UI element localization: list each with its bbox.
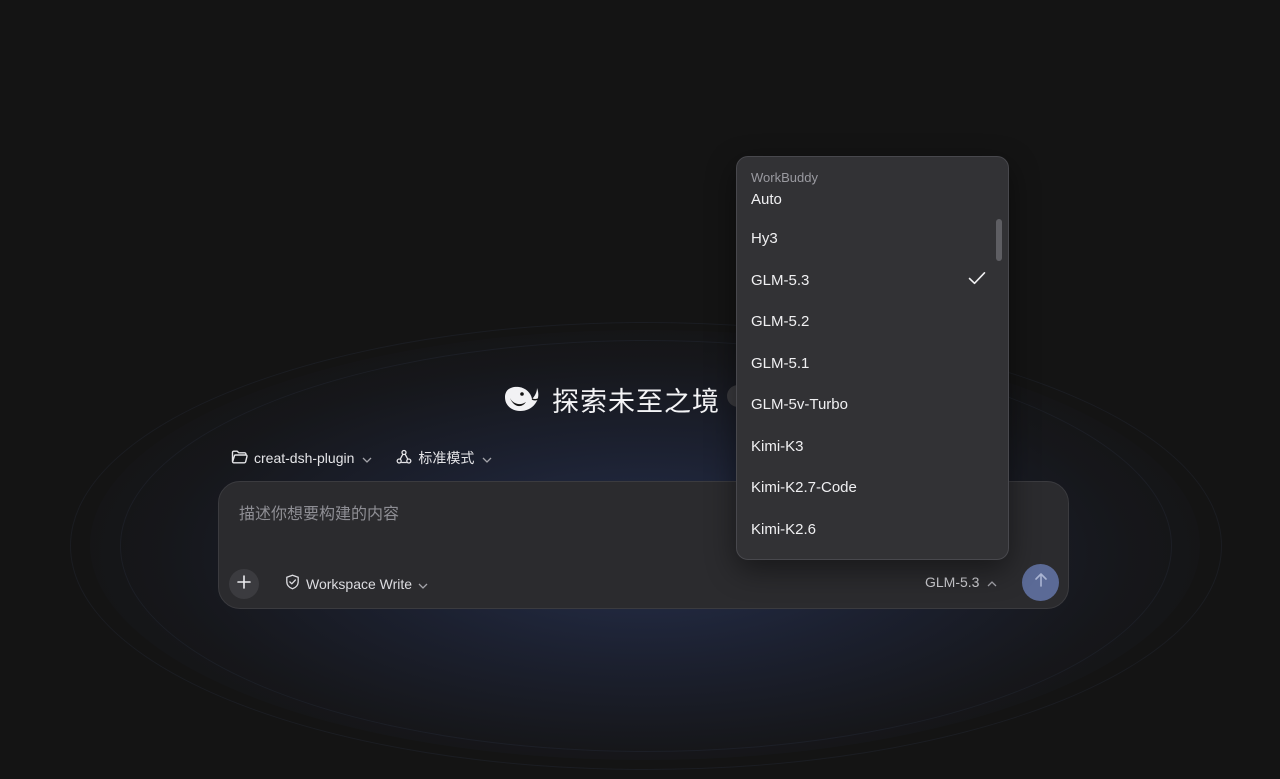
model-option-glm-5-1[interactable]: GLM-5.1: [737, 343, 1008, 385]
model-option-hy3[interactable]: Hy3: [737, 218, 1008, 260]
model-selector[interactable]: GLM-5.3: [925, 574, 997, 590]
send-button[interactable]: [1022, 564, 1059, 601]
model-menu-list: Auto Hy3 GLM-5.3 GLM-5.2 GLM-5.1 GLM-5v-…: [737, 184, 1008, 550]
model-option-label: GLM-5v-Turbo: [751, 396, 848, 414]
model-menu-scrollbar[interactable]: [996, 219, 1002, 261]
chevron-down-icon: [362, 450, 372, 466]
model-option-auto[interactable]: Auto: [737, 184, 1008, 218]
model-menu-group-label: WorkBuddy: [751, 170, 818, 185]
selector-row: creat-dsh-plugin 标准模式: [231, 447, 492, 469]
permission-selector[interactable]: Workspace Write: [285, 574, 428, 593]
plus-icon: [237, 574, 251, 594]
model-selector-label: GLM-5.3: [925, 574, 980, 590]
model-menu: WorkBuddy Auto Hy3 GLM-5.3 GLM-5.2 GLM-5…: [736, 156, 1009, 560]
model-option-kimi-k3[interactable]: Kimi-K3: [737, 426, 1008, 468]
model-option-label: Kimi-K3: [751, 437, 804, 455]
prompt-input[interactable]: [237, 498, 721, 528]
model-option-label: GLM-5.2: [751, 313, 810, 331]
mode-selector[interactable]: 标准模式: [396, 448, 492, 468]
app-window: 探索未至之境 creat-dsh-plugin 标准模式 描述你想要构建的内容 …: [0, 0, 1280, 779]
project-selector[interactable]: creat-dsh-plugin: [231, 450, 372, 467]
chevron-up-icon: [987, 574, 997, 590]
hero: 探索未至之境: [502, 378, 720, 420]
add-attachment-button[interactable]: [229, 569, 259, 599]
recycle-icon: [396, 449, 412, 468]
model-option-kimi-k2-6[interactable]: Kimi-K2.6: [737, 509, 1008, 551]
model-option-glm-5-3[interactable]: GLM-5.3: [737, 260, 1008, 302]
permission-label: Workspace Write: [306, 575, 413, 592]
model-option-label: Kimi-K2.7-Code: [751, 479, 857, 497]
model-option-label: Kimi-K2.6: [751, 520, 817, 538]
checkmark-icon: [968, 271, 986, 289]
mode-selector-label: 标准模式: [418, 451, 475, 467]
chevron-down-icon: [418, 576, 428, 592]
model-option-glm-5-2[interactable]: GLM-5.2: [737, 301, 1008, 343]
model-option-label: GLM-5.3: [751, 271, 810, 289]
model-option-label: Hy3: [751, 230, 778, 248]
project-selector-label: creat-dsh-plugin: [254, 450, 355, 466]
chevron-down-icon: [482, 450, 492, 466]
shield-check-icon: [285, 574, 300, 593]
hero-title: 探索未至之境: [552, 386, 720, 418]
whale-logo-icon: [502, 384, 540, 414]
model-option-label: GLM-5.1: [751, 354, 810, 372]
arrow-up-icon: [1034, 572, 1048, 593]
folder-icon: [231, 450, 248, 467]
model-option-kimi-k2-7-code[interactable]: Kimi-K2.7-Code: [737, 467, 1008, 509]
model-option-label: Auto: [751, 191, 782, 208]
model-option-glm-5v-turbo[interactable]: GLM-5v-Turbo: [737, 384, 1008, 426]
